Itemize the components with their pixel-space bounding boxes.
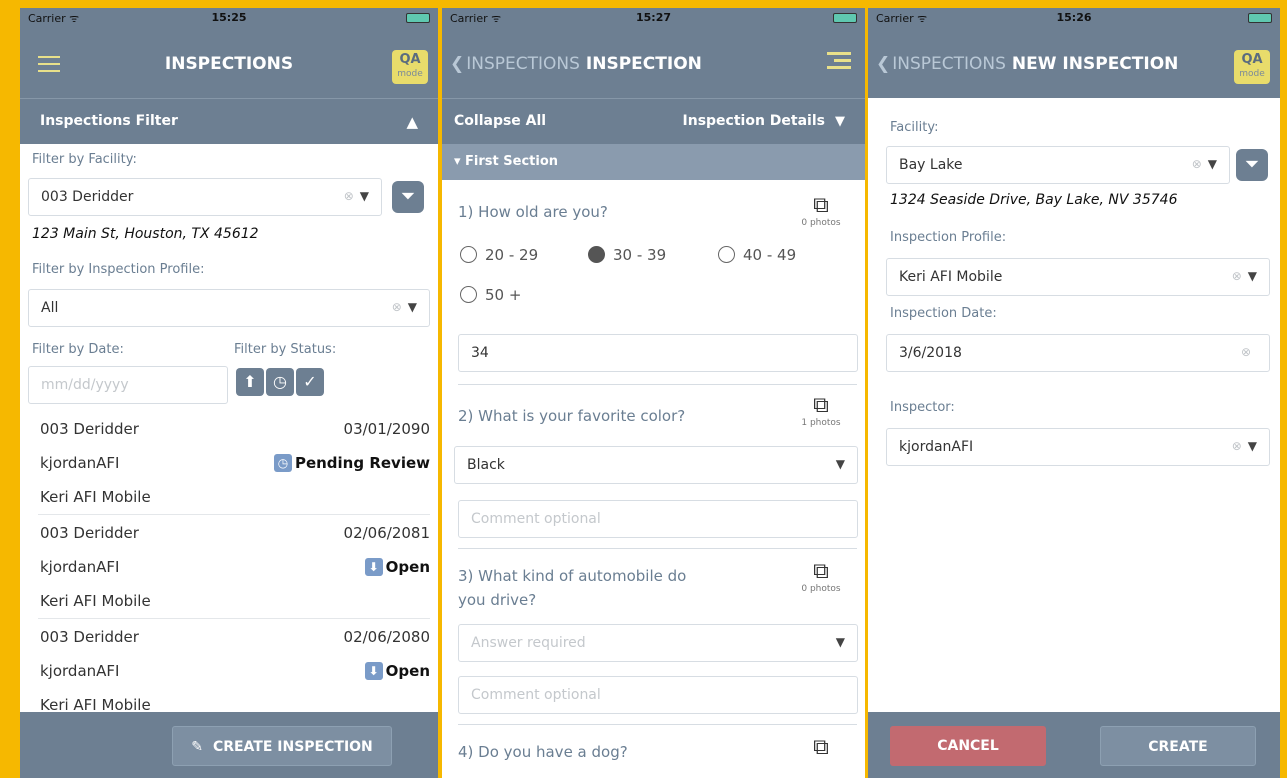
facility-filter-label: Filter by Facility: (32, 152, 137, 167)
new-inspection-screen: Carrier ᯤ 15:26 ❮ INSPECTIONS NEW INSPECTI… (868, 8, 1280, 778)
inspection-list-item[interactable]: 003 Deridder 03/01/2090 kjordanAFI ◷ Pendin… (38, 412, 430, 515)
facility-address: 1324 Seaside Drive, Bay Lake, NV 35746 (890, 192, 1178, 208)
comment-input[interactable]: Comment optional (458, 676, 858, 714)
photos-button[interactable]: ⧉ (795, 736, 847, 760)
pending-clock-icon: ◷ (273, 454, 292, 472)
check-status-icon[interactable]: ✓ (296, 368, 324, 396)
photos-icon: ⧉ (813, 559, 829, 584)
radio-option[interactable]: 20 - 29 (460, 246, 538, 264)
clear-icon: ⊗ (343, 189, 354, 203)
nav-bar: INSPECTIONS QA mode (20, 28, 438, 98)
profile-select[interactable]: Keri AFI Mobile ⊗ ▼ (886, 258, 1270, 296)
question-3: 3) What kind of automobile do you drive? (458, 567, 687, 609)
chevron-up-icon[interactable]: ▲ (406, 113, 418, 131)
inspection-date-input[interactable]: 3/6/2018 ⊗ (886, 334, 1270, 372)
inspection-list-item[interactable]: 003 Deridder 02/06/2080 kjordanAFI ⬇ Open K… (38, 620, 430, 723)
bottom-toolbar: CANCEL CREATE (868, 712, 1280, 778)
inspection-toolbar: Collapse All Inspection Details ▼ (442, 98, 865, 144)
question-1: 1) How old are you? (458, 203, 608, 221)
inspector-select[interactable]: kjordanAFI ⊗ ▼ (886, 428, 1270, 466)
status-filter-buttons: ⬆ ◷ ✓ (236, 368, 326, 396)
create-button[interactable]: CREATE (1100, 726, 1256, 766)
cancel-button[interactable]: CANCEL (890, 726, 1046, 766)
status-bar: Carrier ᯤ 15:27 (442, 8, 865, 28)
nav-bar: ❮ INSPECTIONS NEW INSPECTION QA mode (868, 28, 1280, 98)
photos-icon: ⧉ (813, 735, 829, 760)
photos-button[interactable]: ⧉ 0 photos (795, 193, 847, 229)
status-filter-label: Filter by Status: (234, 342, 337, 357)
qa-mode-badge[interactable]: QA mode (392, 50, 428, 84)
photos-button[interactable]: ⧉ 1 photos (795, 393, 847, 429)
profile-filter-label: Filter by Inspection Profile: (32, 262, 205, 277)
profile-label: Inspection Profile: (890, 230, 1007, 245)
inspections-filter-bar[interactable]: Inspections Filter ▲ (20, 98, 438, 144)
battery-icon (406, 13, 430, 23)
radio-option[interactable]: 50 + (460, 286, 521, 304)
inspection-details-toggle[interactable]: Inspection Details ▼ (683, 113, 845, 129)
chevron-down-icon: ▼ (835, 114, 845, 129)
filter-icon[interactable]: ⏷ (392, 181, 424, 213)
back-button[interactable]: ❮ INSPECTIONS NEW INSPECTION (876, 54, 1178, 74)
create-inspection-button[interactable]: ✎ CREATE INSPECTION (172, 726, 392, 766)
answer-input[interactable]: 34 (458, 334, 858, 372)
page-title: INSPECTIONS (164, 54, 294, 74)
facility-address: 123 Main St, Houston, TX 45612 (32, 226, 259, 242)
menu-lines-icon[interactable] (827, 52, 851, 73)
photos-icon: ⧉ (813, 193, 829, 218)
automobile-select[interactable]: Answer required ▼ (458, 624, 858, 662)
open-status-icon: ⬇ (364, 662, 383, 680)
status-bar: Carrier ᯤ 15:26 (868, 8, 1280, 28)
radio-option[interactable]: 40 - 49 (718, 246, 796, 264)
date-label: Inspection Date: (890, 306, 997, 321)
qa-mode-badge[interactable]: QA mode (1234, 50, 1270, 84)
radio-option-selected[interactable]: 30 - 39 (588, 246, 666, 264)
color-select[interactable]: Black ▼ (454, 446, 858, 484)
question-2: 2) What is your favorite color? (458, 407, 686, 425)
date-filter-label: Filter by Date: (32, 342, 124, 357)
inspections-screen: Carrier ᯤ 15:25 INSPECTIONS QA mode Inspe… (20, 8, 438, 778)
upload-status-icon[interactable]: ⬆ (236, 368, 264, 396)
back-button[interactable]: ❮ INSPECTIONS INSPECTION (450, 54, 702, 74)
battery-icon (1248, 13, 1272, 23)
section-header[interactable]: ▾ First Section (442, 144, 865, 180)
inspection-screen: Carrier ᯤ 15:27 ❮ INSPECTIONS INSPECTION C… (442, 8, 865, 778)
open-status-icon: ⬇ (364, 558, 383, 576)
chevron-left-icon: ❮ (876, 54, 891, 74)
profile-select[interactable]: All ⊗ ▼ (28, 289, 430, 327)
photos-button[interactable]: ⧉ 0 photos (795, 559, 847, 595)
inspection-list-item[interactable]: 003 Deridder 02/06/2081 kjordanAFI ⬇ Open K… (38, 516, 430, 619)
battery-icon (833, 13, 857, 23)
facility-label: Facility: (890, 120, 939, 135)
filter-bar-label: Inspections Filter (40, 113, 178, 129)
status-bar: Carrier ᯤ 15:25 (20, 8, 438, 28)
date-filter-input[interactable]: mm/dd/yyyy (28, 366, 228, 404)
edit-icon: ✎ (191, 739, 203, 755)
filter-icon[interactable]: ⏷ (1236, 149, 1268, 181)
inspector-label: Inspector: (890, 400, 955, 415)
chevron-left-icon: ❮ (450, 54, 465, 74)
photos-icon: ⧉ (813, 393, 829, 418)
question-4: 4) Do you have a dog? (458, 743, 628, 761)
dropdown-arrow-icon: ▼ (359, 189, 369, 203)
collapse-all-button[interactable]: Collapse All (454, 113, 546, 129)
page-title: NEW INSPECTION (1011, 54, 1179, 74)
nav-bar: ❮ INSPECTIONS INSPECTION (442, 28, 865, 98)
clock-status-icon[interactable]: ◷ (266, 368, 294, 396)
facility-select[interactable]: Bay Lake ⊗ ▼ (886, 146, 1230, 184)
bottom-toolbar: ✎ CREATE INSPECTION (20, 712, 438, 778)
page-title: INSPECTION (585, 54, 702, 74)
facility-select[interactable]: 003 Deridder ⊗ ▼ (28, 178, 382, 216)
comment-input[interactable]: Comment optional (458, 500, 858, 538)
clock: 15:25 (211, 11, 247, 24)
